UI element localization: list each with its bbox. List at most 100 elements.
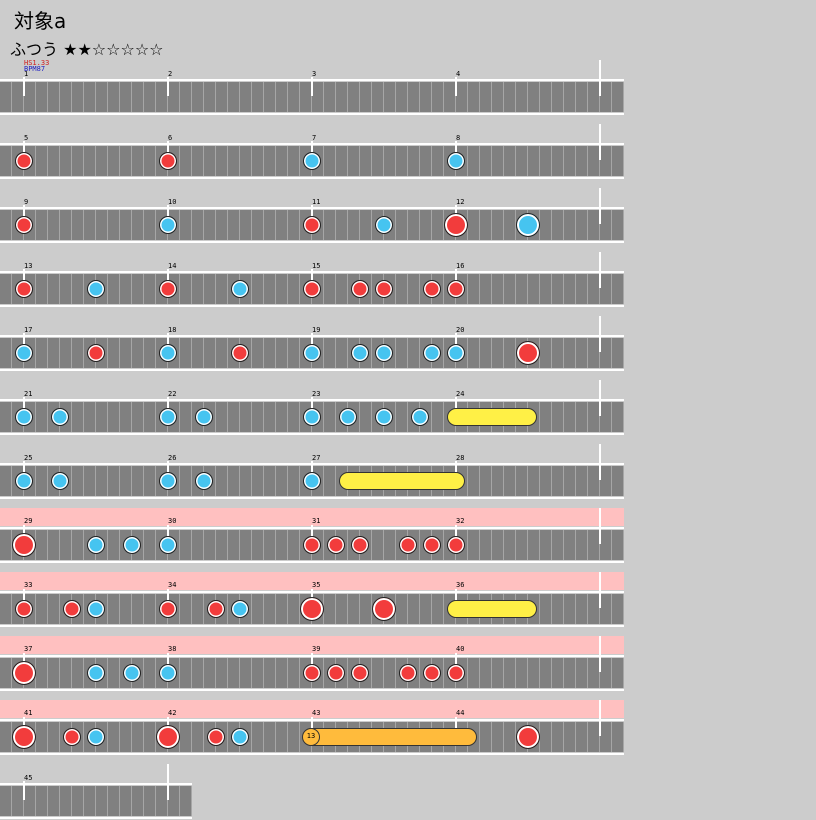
don-note (351, 536, 369, 554)
ka-note (51, 408, 69, 426)
measure-number: 42 (168, 709, 177, 717)
measure-number: 36 (456, 581, 465, 589)
score-row: 37 38 39 40 (0, 636, 624, 692)
lane-bottom-line (0, 305, 624, 307)
measure-number: 40 (456, 645, 465, 653)
lane-bottom-line (0, 241, 624, 243)
ka-note (15, 472, 33, 490)
ka-note (411, 408, 429, 426)
measure-number: 9 (24, 198, 29, 206)
barline (599, 124, 601, 160)
score-row: 13 14 15 16 (0, 252, 624, 308)
don-note (15, 216, 33, 234)
score-row: 45 (0, 764, 192, 820)
measure-number: 44 (456, 709, 465, 717)
ka-note (87, 280, 105, 298)
measure-number: 14 (168, 262, 177, 270)
measure-number: 27 (312, 454, 321, 462)
ka-note (159, 664, 177, 682)
ka-note (375, 408, 393, 426)
barline (23, 77, 25, 96)
don-note (303, 216, 321, 234)
drumroll-note (447, 408, 537, 426)
ka-note (159, 408, 177, 426)
measure-number: 12 (456, 198, 465, 206)
measure-number: 13 (24, 262, 33, 270)
barline (599, 508, 601, 544)
measure-number: 41 (24, 709, 33, 717)
ka-note (423, 344, 441, 362)
drumroll-note (447, 600, 537, 618)
don-note (423, 664, 441, 682)
don-note (375, 280, 393, 298)
score-area: 1 2 3 4 5 6 7 8 9 10 11 12 13 14 15 16 17 18 19 20 21 22 23 24 2… (0, 0, 816, 819)
ka-note (87, 600, 105, 618)
lane-bottom-line (0, 369, 624, 371)
ka-note (195, 472, 213, 490)
ka-note (231, 280, 249, 298)
measure-number: 33 (24, 581, 33, 589)
measure-number: 28 (456, 454, 465, 462)
lane-top-line (0, 783, 192, 785)
ka-note (231, 600, 249, 618)
don-note (63, 600, 81, 618)
measure-number: 1 (24, 70, 29, 78)
lane-bottom-line (0, 689, 624, 691)
score-row: 1 2 3 4 (0, 60, 624, 116)
lane-bottom-line (0, 625, 624, 627)
don-note (15, 152, 33, 170)
ka-note (123, 664, 141, 682)
ka-note (447, 344, 465, 362)
measure-number: 37 (24, 645, 33, 653)
ka-note (51, 472, 69, 490)
don-big-note (12, 533, 36, 557)
barline (599, 700, 601, 736)
score-row: 5 6 7 8 (0, 124, 624, 180)
ka-note (375, 216, 393, 234)
barline (167, 77, 169, 96)
balloon-count: 13 (302, 727, 320, 746)
don-note (399, 536, 417, 554)
lane-bottom-line (0, 753, 624, 755)
lane-bottom-line (0, 817, 192, 819)
ka-big-note (516, 213, 540, 237)
measure-number: 32 (456, 517, 465, 525)
don-note (303, 280, 321, 298)
don-note (351, 280, 369, 298)
ka-note (303, 408, 321, 426)
barline (599, 636, 601, 672)
measure-number: 10 (168, 198, 177, 206)
don-big-note (516, 341, 540, 365)
barline (311, 77, 313, 96)
don-note (399, 664, 417, 682)
barline (23, 781, 25, 800)
barline (599, 316, 601, 352)
measure-number: 11 (312, 198, 321, 206)
ka-note (87, 536, 105, 554)
score-row: 25 26 27 28 (0, 444, 624, 500)
don-note (15, 280, 33, 298)
measure-number: 43 (312, 709, 321, 717)
don-note (447, 536, 465, 554)
score-row: 41 42 43 44 13 (0, 700, 624, 756)
ka-note (159, 344, 177, 362)
measure-number: 15 (312, 262, 321, 270)
score-row: 33 34 35 36 (0, 572, 624, 628)
ka-note (339, 408, 357, 426)
measure-number: 19 (312, 326, 321, 334)
measure-number: 8 (456, 134, 461, 142)
measure-number: 18 (168, 326, 177, 334)
measure-number: 34 (168, 581, 177, 589)
note-lane (0, 783, 192, 819)
lane-bottom-line (0, 561, 624, 563)
barline (167, 764, 169, 800)
don-big-note (516, 725, 540, 749)
don-note (15, 600, 33, 618)
barline (599, 444, 601, 480)
don-note (159, 152, 177, 170)
ka-note (87, 664, 105, 682)
don-note (63, 728, 81, 746)
lane-bottom-line (0, 497, 624, 499)
ka-note (159, 216, 177, 234)
don-big-note (300, 597, 324, 621)
